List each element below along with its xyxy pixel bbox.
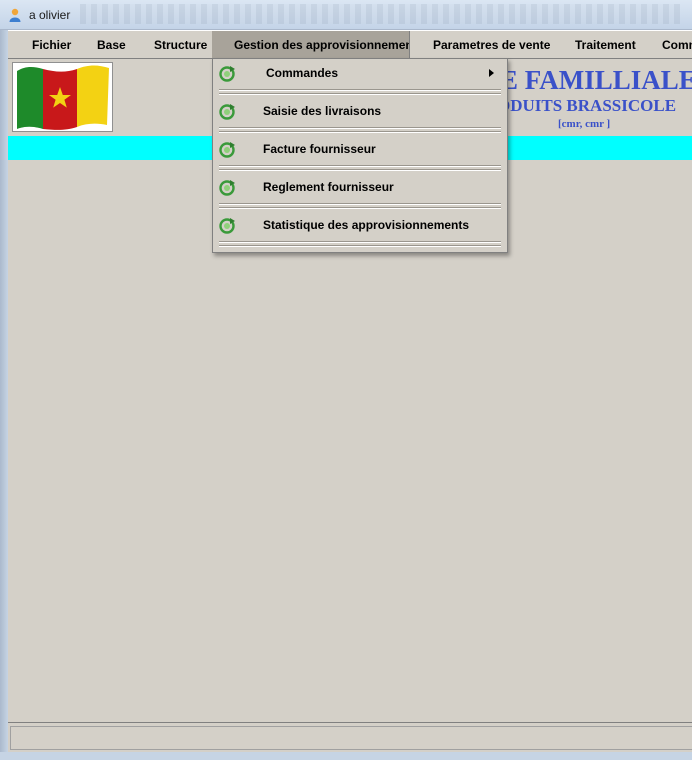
gestion-approvisionnements-dropdown: Commandes Saisie des livraisons Facture … [212, 58, 508, 253]
menu-parametres-label: Parametres de vente [433, 38, 551, 52]
menu-gestion-label: Gestion des approvisionnements [234, 38, 410, 52]
menu-item-commandes-label: Commandes [266, 66, 339, 80]
menubar: Fichier Base Structure Gestion des appro… [8, 30, 692, 59]
refresh-icon [219, 104, 235, 120]
menu-item-commandes[interactable]: Commandes [214, 59, 506, 91]
menu-structure-label: Structure [154, 38, 208, 52]
window-title: a olivier [29, 8, 71, 22]
refresh-icon [219, 142, 235, 158]
menu-item-reglement-fournisseur-label: Reglement fournisseur [263, 180, 394, 194]
menu-separator [219, 127, 501, 129]
menu-comm[interactable]: Comm [662, 31, 692, 59]
blurred-titlebar-text [80, 4, 680, 24]
menu-item-statistique-label: Statistique des approvisionnements [263, 218, 470, 232]
menu-base-label: Base [97, 38, 126, 52]
menu-item-statistique-approvisionnements[interactable]: Statistique des approvisionnements [214, 211, 506, 243]
window-frame-bottom [0, 752, 692, 760]
menu-fichier-label: Fichier [32, 38, 72, 52]
menu-traitement-label: Traitement [575, 38, 636, 52]
menu-separator [219, 203, 501, 205]
menu-separator [219, 207, 501, 209]
menu-separator [219, 89, 501, 91]
refresh-icon [219, 66, 235, 82]
menu-item-reglement-fournisseur[interactable]: Reglement fournisseur [214, 173, 506, 205]
window-titlebar[interactable]: a olivier [0, 0, 692, 30]
user-app-icon [9, 8, 21, 22]
refresh-icon [219, 218, 235, 234]
menu-separator [219, 241, 501, 243]
menu-base[interactable]: Base [97, 31, 137, 59]
menu-fichier[interactable]: Fichier [32, 31, 82, 59]
banner-subtitle: ODUITS BRASSICOLE [497, 96, 677, 115]
window-frame-left [0, 30, 8, 760]
banner-title: E FAMILLIALE [500, 65, 692, 95]
menu-item-saisie-livraisons[interactable]: Saisie des livraisons [214, 97, 506, 129]
menu-separator [219, 165, 501, 167]
cameroon-flag-icon [17, 65, 109, 130]
menu-item-facture-fournisseur[interactable]: Facture fournisseur [214, 135, 506, 167]
status-bar [8, 722, 692, 752]
menu-item-saisie-livraisons-label: Saisie des livraisons [263, 104, 382, 118]
menu-item-facture-fournisseur-label: Facture fournisseur [263, 142, 376, 156]
menu-comm-label: Comm [662, 38, 692, 52]
menu-structure[interactable]: Structure [154, 31, 212, 59]
cameroon-flag-image [12, 62, 113, 132]
menu-parametres-vente[interactable]: Parametres de vente [433, 31, 557, 59]
menu-separator [219, 169, 501, 171]
banner-location: [cmr, cmr ] [558, 118, 611, 130]
submenu-arrow-icon [489, 69, 494, 77]
menu-gestion-approvisionnements[interactable]: Gestion des approvisionnements [212, 31, 410, 59]
refresh-icon [219, 180, 235, 196]
menu-separator [219, 131, 501, 133]
menu-separator [219, 245, 501, 247]
status-panel [10, 726, 692, 750]
menu-separator [219, 93, 501, 95]
menu-traitement[interactable]: Traitement [575, 31, 641, 59]
